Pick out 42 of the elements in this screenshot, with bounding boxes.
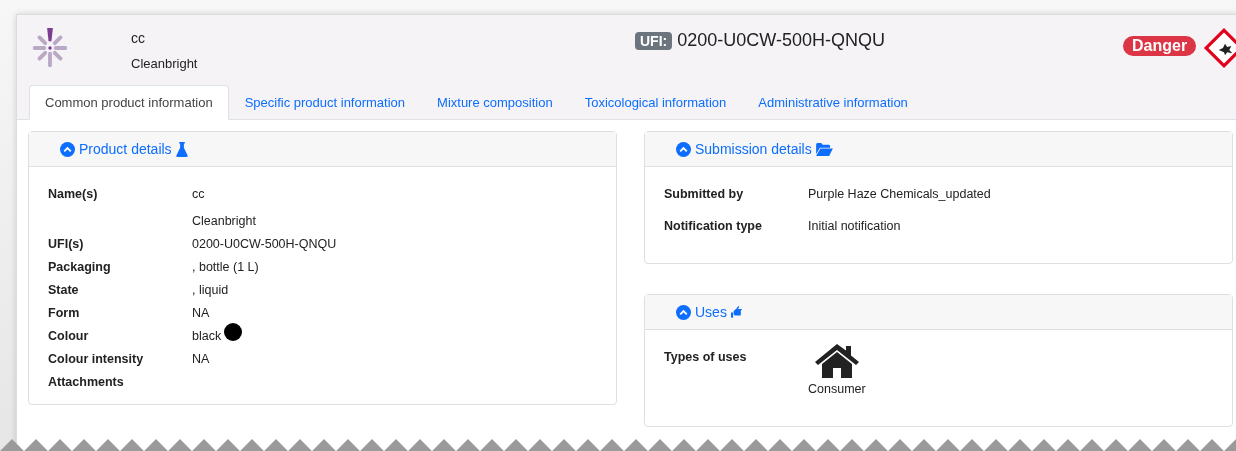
field-value: cc (192, 187, 205, 201)
field-label: Colour intensity (48, 352, 145, 366)
card-title[interactable]: Uses (695, 304, 727, 320)
field-label: Types of uses (664, 350, 748, 366)
tab[interactable]: Toxicological information (568, 85, 743, 120)
field-value: Cleanbright (192, 214, 256, 228)
field-value: NA (192, 306, 210, 320)
field-label: UFI(s) (48, 237, 85, 251)
field-value: NA (192, 352, 210, 366)
field-value: 0200-U0CW-500H-QNQU (192, 237, 337, 251)
field-label: Form (48, 306, 81, 320)
card-title[interactable]: Product details (79, 141, 172, 157)
field-label: Name(s) (48, 187, 99, 203)
flask-icon (175, 141, 188, 157)
field-label: State (48, 283, 80, 297)
collapse-icon[interactable] (60, 141, 75, 157)
tab[interactable]: Administrative information (742, 85, 924, 120)
tab[interactable]: Specific product information (228, 85, 422, 120)
card-title[interactable]: Submission details (695, 141, 812, 157)
field-value: Purple Haze Chemicals_updated (808, 187, 991, 201)
collapse-icon[interactable] (676, 304, 691, 320)
brand-name: Cleanbright (131, 56, 198, 71)
field-value: Initial notification (808, 219, 901, 233)
house-icon (813, 342, 860, 378)
danger-label: Danger (1123, 36, 1197, 56)
tab[interactable]: Mixture composition (421, 85, 569, 120)
ufi-label: UFI: (635, 31, 673, 50)
field-label: Colour (48, 329, 90, 343)
field-label: Submitted by (664, 187, 745, 201)
field-label: Notification type (664, 219, 763, 233)
field-label: Packaging (48, 260, 112, 274)
ufi-code: 0200-U0CW-500H-QNQU (677, 30, 885, 51)
field-value: , bottle (1 L) (192, 260, 259, 274)
folder-icon (815, 142, 833, 156)
field-label: Attachments (48, 375, 125, 389)
use-label: Consumer (808, 382, 866, 396)
field-value: , liquid (192, 283, 229, 297)
tab[interactable]: Common product information (29, 85, 229, 120)
product-name: cc (131, 30, 146, 46)
collapse-icon[interactable] (676, 141, 691, 157)
field-value: black (192, 329, 222, 343)
hand-icon (730, 304, 743, 320)
